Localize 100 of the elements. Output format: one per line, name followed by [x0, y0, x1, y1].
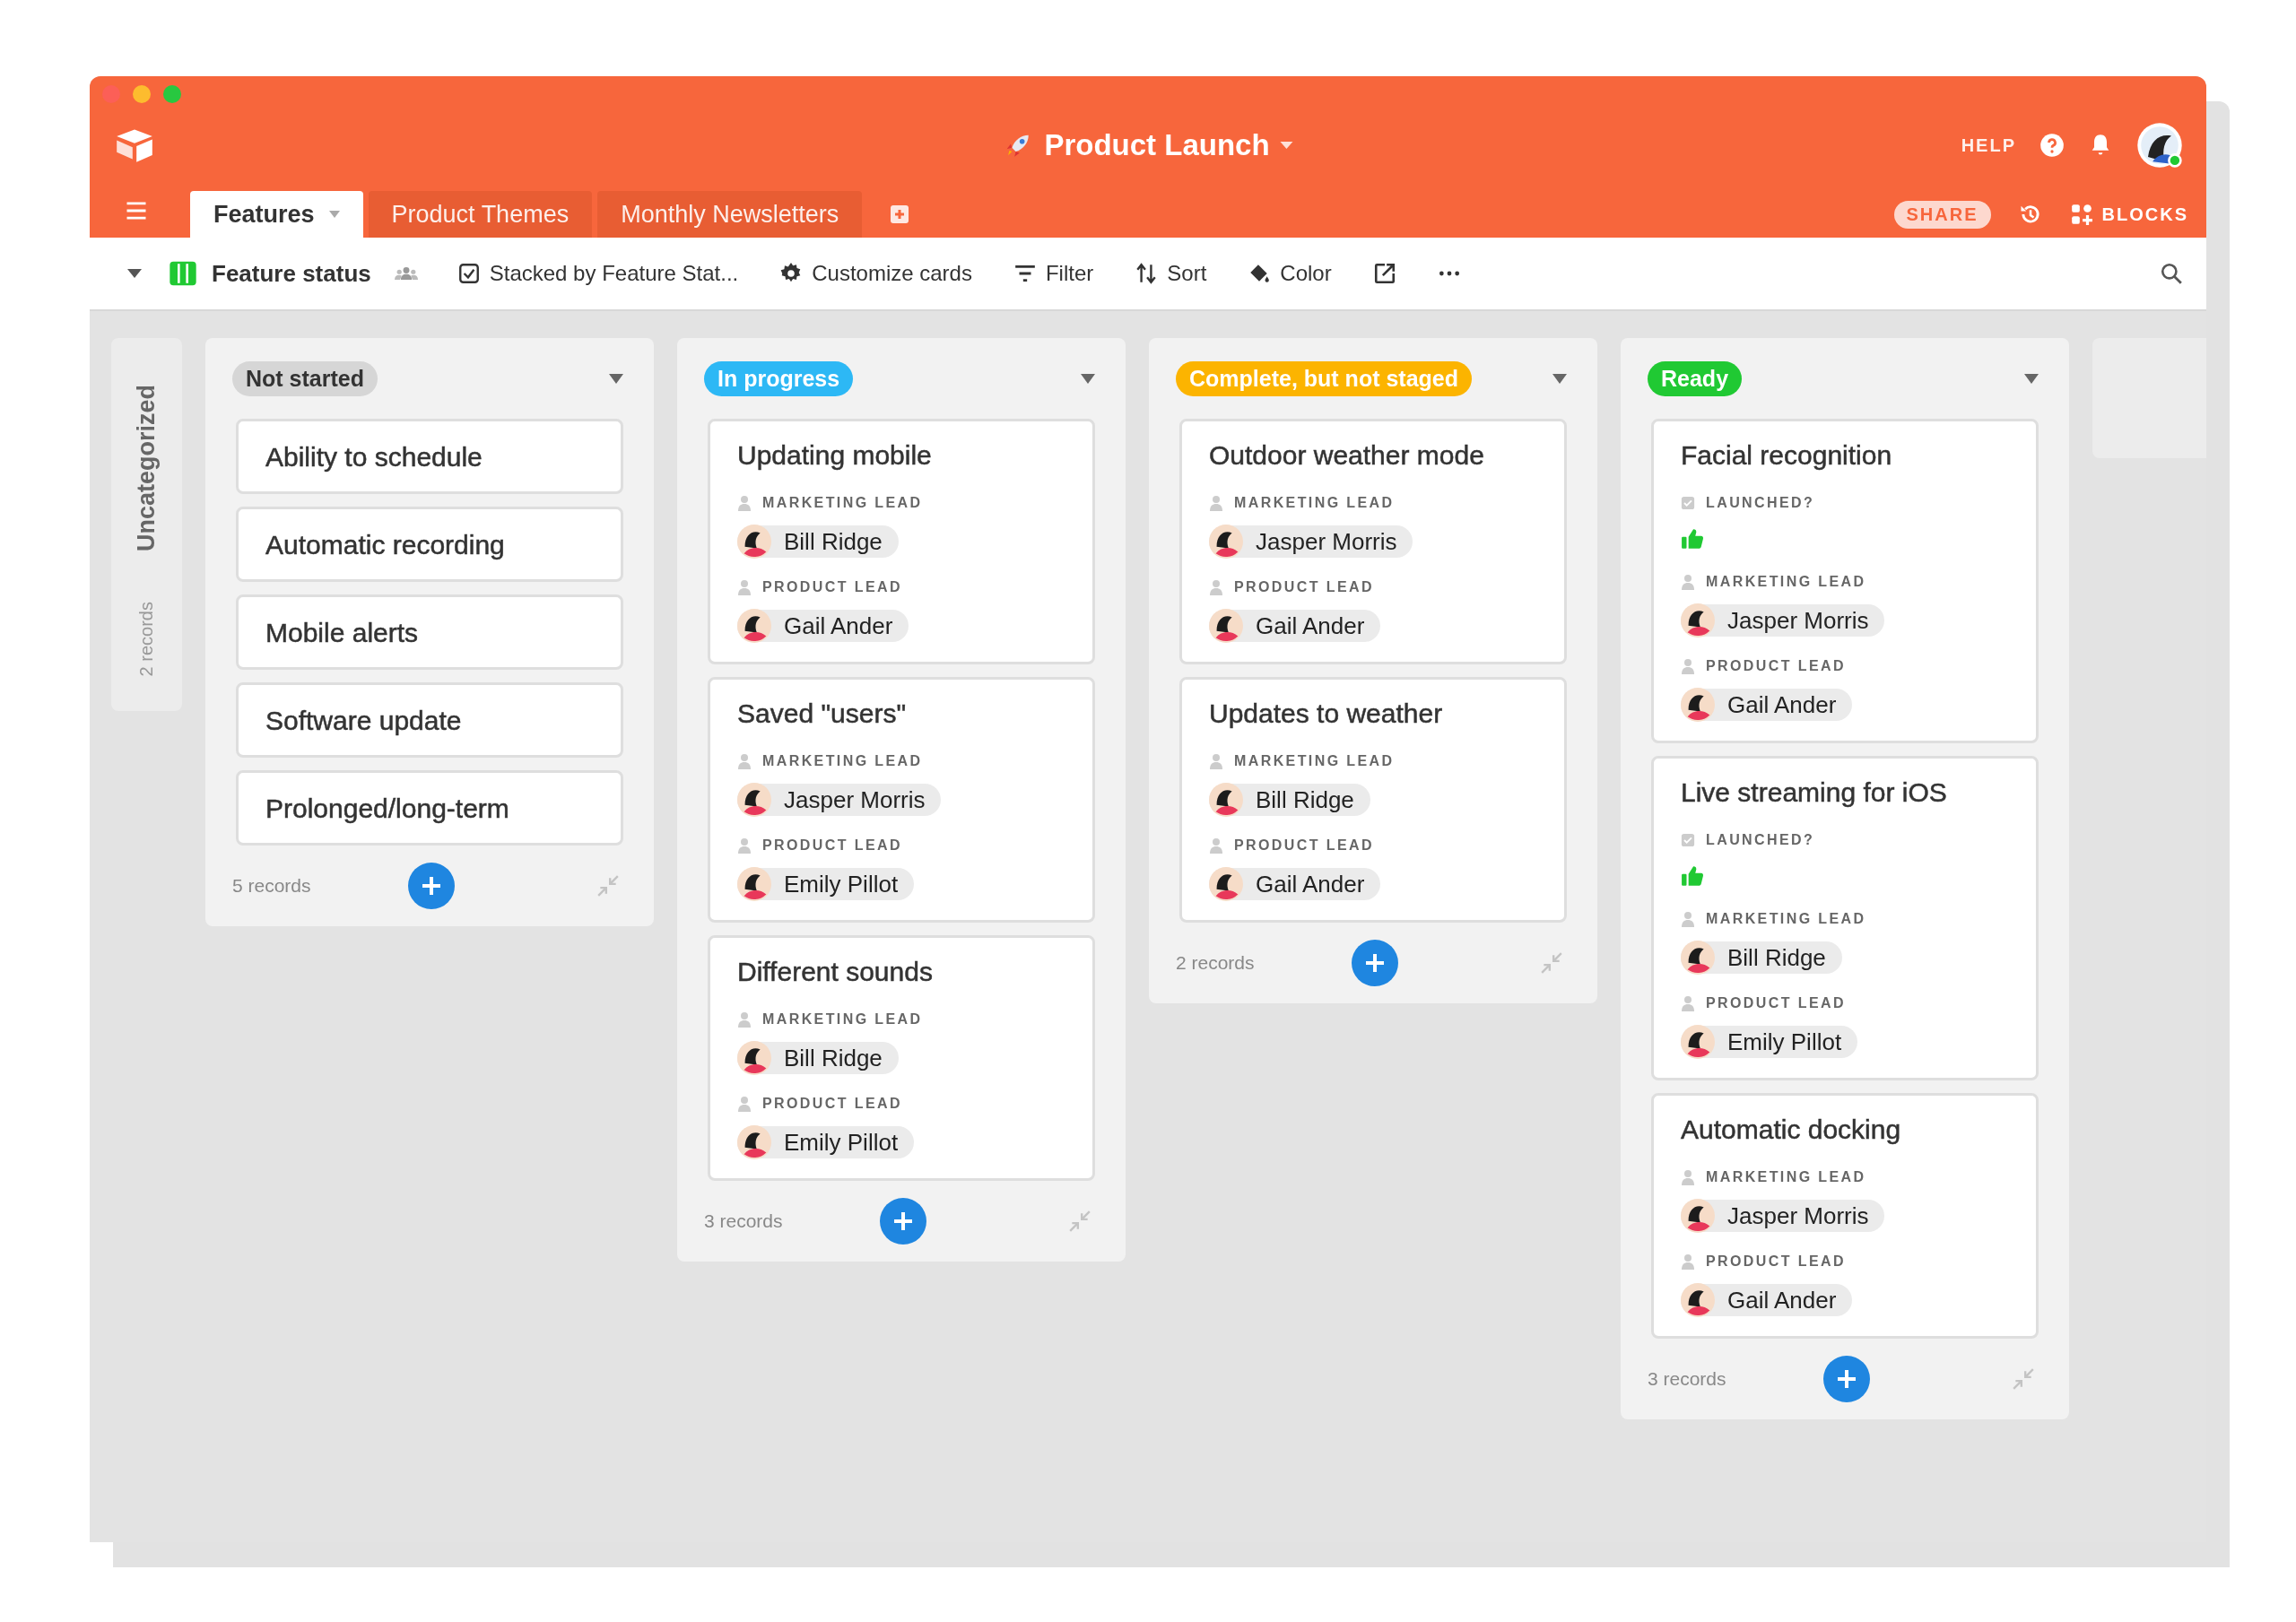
card-title: Ability to schedule: [265, 441, 483, 473]
field-label: PRODUCT LEAD: [762, 837, 902, 854]
record-card[interactable]: Automatic recording: [236, 507, 623, 582]
collaborator-name: Gail Ander: [1256, 870, 1365, 898]
record-card[interactable]: Mobile alerts: [236, 594, 623, 670]
stacked-button[interactable]: Stacked by Feature Stat...: [457, 261, 739, 286]
uncategorized-stack[interactable]: Uncategorized 2 records: [111, 338, 182, 711]
person-icon: [737, 1011, 752, 1028]
card-title: Prolonged/long-term: [265, 793, 510, 825]
status-badge: Not started: [232, 360, 378, 396]
collapse-caret-icon[interactable]: [127, 269, 142, 278]
status-badge: In progress: [704, 360, 854, 396]
avatar-icon: [737, 1041, 771, 1075]
avatar-icon: [737, 609, 771, 643]
card-title: Facial recognition: [1681, 439, 1893, 472]
avatar-icon: [1681, 941, 1715, 975]
collaborator-name: Bill Ridge: [1256, 785, 1354, 814]
person-icon: [1681, 995, 1695, 1011]
collapse-icon[interactable]: [596, 874, 620, 898]
collaborator-name: Emily Pillot: [784, 870, 899, 898]
record-card[interactable]: Live streaming for iOS LAUNCHED? MARKETING LEAD Bill Ridge PRODUCT LEAD Emily Pillot: [1651, 756, 2039, 1080]
add-record-button[interactable]: [1823, 1356, 1870, 1402]
status-badge: Ready: [1648, 360, 1743, 396]
record-card[interactable]: Software update: [236, 682, 623, 758]
collaborator-name: Gail Ander: [1727, 690, 1837, 719]
person-icon: [1681, 658, 1695, 674]
color-button[interactable]: Color: [1248, 261, 1332, 286]
person-icon: [737, 495, 752, 511]
caret-icon[interactable]: [1081, 373, 1095, 384]
logo-icon[interactable]: [115, 127, 154, 164]
person-icon: [737, 837, 752, 854]
add-record-button[interactable]: [408, 863, 455, 909]
minimize-window-button[interactable]: [133, 85, 151, 103]
collaborator-name: Jasper Morris: [1256, 527, 1397, 556]
record-card[interactable]: Automatic docking MARKETING LEAD Jasper Morris PRODUCT LEAD Gail Ander: [1651, 1093, 2039, 1339]
field-label: MARKETING LEAD: [1706, 574, 1866, 590]
collapse-icon[interactable]: [1068, 1210, 1091, 1233]
record-card[interactable]: Facial recognition LAUNCHED? MARKETING LEAD Jasper Morris PRODUCT LEAD Gail Ander: [1651, 419, 2039, 743]
sort-button[interactable]: Sort: [1135, 261, 1207, 286]
person-icon: [737, 753, 752, 769]
person-icon: [1209, 579, 1223, 595]
field-label: MARKETING LEAD: [1706, 1169, 1866, 1185]
field-label: LAUNCHED?: [1706, 495, 1815, 511]
field-label: MARKETING LEAD: [762, 495, 923, 511]
person-icon: [1681, 574, 1695, 590]
view-name[interactable]: Feature status: [212, 259, 371, 288]
card-title: Updates to weather: [1209, 698, 1444, 730]
caret-icon[interactable]: [1552, 373, 1567, 384]
caret-icon[interactable]: [609, 373, 623, 384]
add-table-icon[interactable]: [889, 204, 911, 225]
avatar-icon: [1681, 1199, 1715, 1233]
add-record-button[interactable]: [880, 1198, 926, 1245]
collaborator-name: Gail Ander: [1256, 612, 1365, 640]
collapse-icon[interactable]: [2012, 1367, 2035, 1391]
record-count: 5 records: [232, 875, 312, 897]
collaborator-name: Emily Pillot: [784, 1128, 899, 1157]
record-count: 2 records: [1176, 952, 1256, 974]
field-label: PRODUCT LEAD: [1234, 579, 1374, 595]
avatar-icon: [1209, 783, 1243, 817]
card-title: Different sounds: [737, 956, 934, 988]
record-card[interactable]: Updating mobile MARKETING LEAD Bill Ridge PRODUCT LEAD Gail Ander: [708, 419, 1095, 664]
collaborator-name: Gail Ander: [784, 612, 893, 640]
field-label: PRODUCT LEAD: [762, 1096, 902, 1112]
filter-button[interactable]: Filter: [1013, 261, 1094, 286]
help-icon[interactable]: [2039, 133, 2065, 159]
avatar-icon: [1209, 609, 1243, 643]
card-title: Automatic docking: [1681, 1114, 1902, 1146]
card-title: Mobile alerts: [265, 617, 420, 649]
collaborator-name: Emily Pillot: [1727, 1028, 1842, 1056]
collapse-icon[interactable]: [1540, 951, 1563, 975]
field-label: PRODUCT LEAD: [1706, 1253, 1846, 1270]
field-label: MARKETING LEAD: [762, 753, 923, 769]
table-tab[interactable]: Features: [190, 191, 363, 238]
share-view-icon[interactable]: [1372, 262, 1396, 285]
avatar-icon: [737, 1125, 771, 1159]
avatar-icon: [1209, 525, 1243, 559]
user-avatar[interactable]: [2136, 122, 2183, 169]
record-card[interactable]: Updates to weather MARKETING LEAD Bill Ridge PRODUCT LEAD Gail Ander: [1179, 677, 1567, 923]
avatar-icon: [1681, 1283, 1715, 1317]
record-card[interactable]: Saved "users" MARKETING LEAD Jasper Morris PRODUCT LEAD Emily Pillot: [708, 677, 1095, 923]
record-card[interactable]: Ability to schedule: [236, 419, 623, 494]
record-count: 3 records: [1648, 1368, 1727, 1390]
field-label: PRODUCT LEAD: [1234, 837, 1374, 854]
search-icon[interactable]: [2160, 262, 2183, 285]
field-label: LAUNCHED?: [1706, 832, 1815, 848]
field-label: PRODUCT LEAD: [762, 579, 902, 595]
customize-button[interactable]: Customize cards: [779, 261, 972, 286]
avatar-icon: [1681, 688, 1715, 722]
checkbox-field-icon: [1681, 832, 1695, 848]
record-card[interactable]: Outdoor weather mode MARKETING LEAD Jasper Morris PRODUCT LEAD Gail Ander: [1179, 419, 1567, 664]
add-record-button[interactable]: [1352, 940, 1398, 986]
person-icon: [737, 579, 752, 595]
record-card[interactable]: Different sounds MARKETING LEAD Bill Ridge PRODUCT LEAD Emily Pillot: [708, 935, 1095, 1181]
field-label: PRODUCT LEAD: [1706, 995, 1846, 1011]
person-icon: [1209, 837, 1223, 854]
record-card[interactable]: Prolonged/long-term: [236, 770, 623, 846]
avatar-icon: [737, 867, 771, 901]
caret-icon[interactable]: [2024, 373, 2039, 384]
person-icon: [1681, 1253, 1695, 1270]
record-count: 2 records: [136, 602, 157, 677]
